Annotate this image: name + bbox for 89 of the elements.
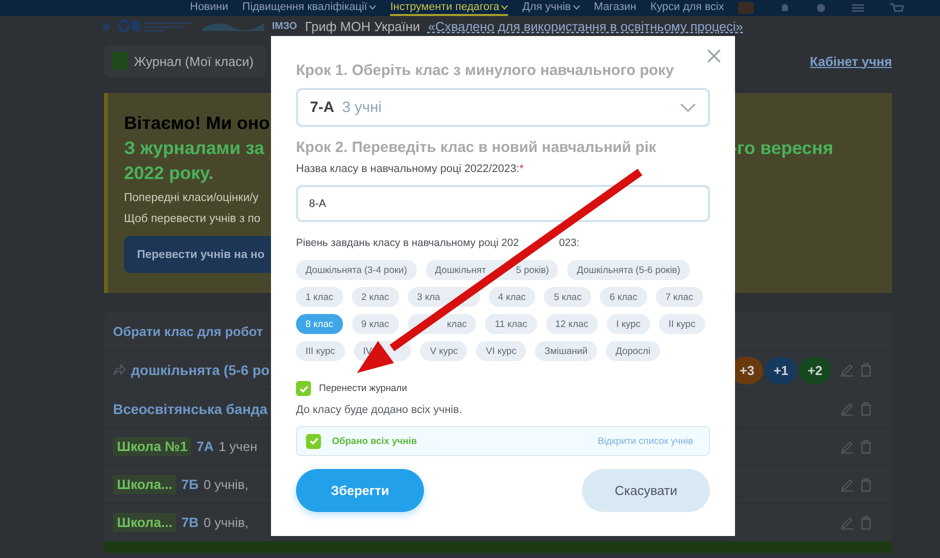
- level-chip[interactable]: 11 клас: [485, 314, 537, 334]
- counter-badge: +1: [765, 356, 797, 384]
- edit-icon[interactable]: [840, 478, 854, 492]
- level-chip[interactable]: Дошкільнят 5 років): [426, 260, 558, 280]
- school-tag: Школа №1: [113, 437, 192, 456]
- level-chip[interactable]: Змішаний: [534, 341, 598, 361]
- class-name[interactable]: 7В: [181, 515, 199, 530]
- nav-link[interactable]: Інструменти педагога: [390, 0, 508, 16]
- delete-icon[interactable]: [860, 363, 872, 377]
- level-chip[interactable]: III курс: [296, 341, 344, 361]
- level-chip[interactable]: VI курс: [476, 341, 526, 361]
- class-select[interactable]: 7-А 3 учні: [296, 88, 710, 127]
- level-chip[interactable]: I курс: [606, 314, 650, 334]
- banner-title: Вітаємо! Ми оно: [124, 113, 267, 135]
- students-label: Обрано всіх учнів: [332, 436, 417, 446]
- book-icon: [112, 52, 128, 70]
- transfer-checkbox[interactable]: [296, 381, 311, 396]
- nav-link[interactable]: Для учнів: [522, 0, 580, 16]
- cancel-button[interactable]: Скасувати: [582, 469, 710, 512]
- level-chip[interactable]: II курс: [658, 314, 705, 334]
- level-chip[interactable]: 6 клас: [600, 287, 647, 307]
- school-tag: Школа...: [113, 475, 176, 494]
- class-name[interactable]: 7А: [196, 439, 214, 454]
- banner-subtitle: З журналами за: [124, 138, 266, 160]
- delete-icon[interactable]: [860, 478, 872, 492]
- save-button[interactable]: Зберегти: [296, 469, 424, 512]
- nav-link[interactable]: Підвищення кваліфікації: [242, 0, 376, 16]
- class-info: 1 учен: [218, 439, 258, 454]
- banner-subtitle: 2022 року.: [124, 163, 214, 185]
- banner-text: Попередні класи/оцінки/у: [124, 191, 260, 206]
- cabinet-link[interactable]: Кабінет учня: [810, 54, 892, 68]
- level-chip[interactable]: 8 клас: [296, 314, 343, 334]
- chevron-down-icon: [501, 4, 508, 10]
- bell-icon[interactable]: [780, 3, 790, 13]
- step-title: Крок 1. Оберіть клас з минулого навчального року: [296, 61, 675, 81]
- field-label: Рівень завдань класу в навчальному році 202: [296, 237, 519, 251]
- emblem-icon: [102, 20, 110, 32]
- banner-text: Щоб перевести учнів з по: [124, 212, 262, 227]
- level-chip[interactable]: 5 клас: [544, 287, 592, 307]
- nav-link[interactable]: Новини: [190, 0, 228, 16]
- level-chip[interactable]: Дошкільнята (3-4 роки): [296, 260, 416, 280]
- class-name[interactable]: 7Б: [181, 477, 199, 492]
- approval-link[interactable]: «Схвалено для використання в освітньому процесі»: [428, 18, 744, 34]
- chevron-down-icon: [369, 4, 376, 10]
- organization-name[interactable]: Всеосвітянська банда: [113, 400, 268, 416]
- close-icon: [706, 48, 722, 64]
- level-chip[interactable]: Дорослі: [606, 341, 660, 361]
- level-chip[interactable]: Дошкільнята (5-6 років): [567, 260, 690, 280]
- avatar-icon[interactable]: [738, 2, 754, 14]
- transfer-button[interactable]: Перевести учнів на но: [124, 236, 271, 273]
- delete-icon[interactable]: [860, 440, 872, 454]
- nav-link[interactable]: Магазин: [594, 0, 636, 16]
- cart-icon[interactable]: [890, 2, 904, 14]
- step-title: Крок 2. Переведіть клас в новий навчальний рік: [296, 138, 658, 158]
- field-label: Назва класу в навчальному році 2022/2023:*: [296, 163, 525, 177]
- class-info: 0 учнів,: [204, 477, 248, 492]
- edit-icon[interactable]: [840, 363, 854, 377]
- edit-icon[interactable]: [840, 402, 854, 416]
- field-label: 023:: [558, 237, 580, 251]
- class-info: 0 учнів,: [204, 515, 248, 530]
- chevron-down-icon: [572, 4, 580, 10]
- edit-icon[interactable]: [840, 516, 854, 530]
- school-tag: Школа...: [113, 513, 176, 532]
- journal-button[interactable]: Журнал (Мої класи): [104, 45, 266, 77]
- group-name[interactable]: дошкільнята (5-6 ро: [131, 362, 270, 378]
- delete-icon[interactable]: [860, 516, 872, 530]
- level-chip[interactable]: 7 клас: [656, 287, 703, 307]
- level-chip[interactable]: 1 клас: [296, 287, 343, 307]
- class-name-field[interactable]: 8-А: [296, 185, 710, 222]
- logo-text: ІМЗО: [272, 20, 298, 32]
- students-checkbox[interactable]: [306, 434, 321, 448]
- level-chip[interactable]: 4 клас: [488, 287, 536, 307]
- level-chip[interactable]: 12 клас: [546, 314, 598, 334]
- checkbox-label: Перенести журнали: [319, 383, 408, 394]
- check-icon: [298, 384, 308, 394]
- menu-icon[interactable]: [852, 3, 864, 13]
- share-icon: [113, 364, 126, 376]
- check-icon: [308, 436, 318, 446]
- level-chip[interactable]: V курс: [420, 341, 468, 361]
- level-chip[interactable]: 9 клас: [352, 314, 399, 334]
- level-chip[interactable]: 2 клас: [352, 287, 399, 307]
- counter-badge: +2: [799, 356, 831, 384]
- info-text: До класу буде додано всіх учнів.: [296, 404, 464, 416]
- delete-icon[interactable]: [860, 402, 872, 416]
- edit-icon[interactable]: [840, 440, 854, 454]
- nav-link[interactable]: Курси для всіх: [650, 0, 724, 16]
- chevron-down-icon: [680, 103, 696, 112]
- card-title: Обрати клас для робот: [113, 324, 263, 338]
- grif-label: Гриф МОН України: [305, 18, 420, 34]
